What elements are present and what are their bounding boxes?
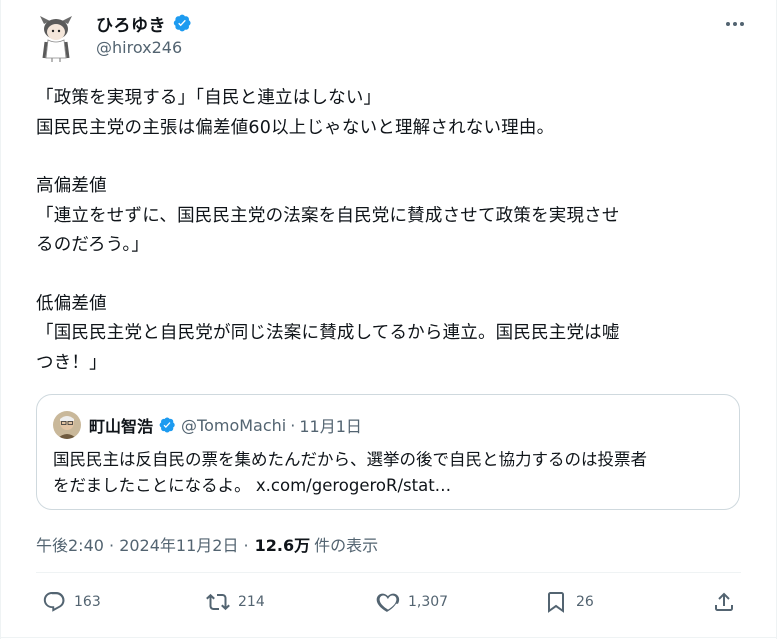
repost-count: 214	[238, 594, 265, 610]
author-handle[interactable]: @hirox246	[96, 38, 182, 57]
reply-icon	[43, 592, 65, 612]
bookmark-count: 26	[576, 594, 594, 610]
author-display-name[interactable]: ひろゆき	[96, 11, 166, 36]
body-line: 低偏差値	[36, 293, 107, 314]
reply-count: 163	[74, 594, 101, 610]
bottom-border	[0, 637, 777, 638]
share-icon	[715, 592, 733, 611]
reply-button[interactable]: 163	[42, 590, 101, 614]
quoted-avatar[interactable]	[53, 411, 81, 439]
body-line: 高偏差値	[36, 176, 107, 196]
quoted-handle[interactable]: @TomoMachi	[181, 416, 286, 435]
repost-button[interactable]: 214	[206, 590, 265, 614]
view-count: 12.6万	[254, 536, 311, 555]
action-bar: 163 214 1,307 26	[36, 590, 741, 624]
tweet-meta: 午後2:40 · 2024年11月2日 · 12.6万 件の表示	[36, 532, 378, 556]
body-line: るのだろう。」	[36, 235, 150, 255]
body-line: 「連立をせずに、国民民主党の法案を自民党に賛成させて政策を実現させ	[36, 205, 620, 226]
body-line: つき！」	[36, 352, 107, 373]
verified-badge-icon[interactable]	[172, 13, 192, 33]
avatar-illustration-icon	[40, 16, 72, 62]
avatar[interactable]	[36, 12, 76, 62]
quoted-header: 町山智浩 @TomoMachi · 11月1日	[89, 413, 362, 437]
heart-icon	[376, 593, 400, 612]
like-button[interactable]: 1,307	[376, 590, 448, 614]
quoted-display-name[interactable]: 町山智浩	[89, 413, 153, 437]
quoted-separator: ·	[290, 415, 296, 435]
like-count: 1,307	[408, 594, 449, 610]
left-border	[0, 0, 1, 639]
share-button[interactable]	[712, 590, 736, 614]
author-name-row[interactable]: ひろゆき	[96, 10, 192, 36]
timestamp[interactable]: 午後2:40 · 2024年11月2日 ·	[36, 532, 249, 556]
quoted-text: 国民民主は反自民の票を集めたんだから、選挙の後で自民と協力するのは投票者 をだま…	[53, 447, 733, 499]
body-line: 「政策を実現する」「自民と連立はしない」	[36, 88, 382, 108]
quoted-tweet-card[interactable]: 町山智浩 @TomoMachi · 11月1日 国民民主は反自民の票を集めたんだ…	[36, 394, 740, 510]
body-blank-line	[36, 261, 748, 290]
divider	[36, 572, 741, 573]
quoted-text-line-2: をだましたことになるよ。 x.com/gerogeroR/stat…	[53, 473, 733, 499]
body-line: 「国民民主党と自民党が同じ法案に賛成してるから連立。国民民主党は嘘	[36, 323, 620, 343]
quoted-text-line: 国民民主は反自民の票を集めたんだから、選挙の後で自民と協力するのは投票者	[53, 450, 647, 469]
body-blank-line	[36, 143, 748, 172]
bookmark-button[interactable]: 26	[544, 590, 594, 614]
quoted-link[interactable]: x.com/gerogeroR/stat…	[256, 476, 451, 495]
bookmark-icon	[548, 592, 564, 613]
view-count-label: 件の表示	[314, 536, 379, 555]
tweet-body: 「政策を実現する」「自民と連立はしない」 国民民主党の主張は偏差値60以上じゃな…	[36, 84, 748, 378]
more-options-icon[interactable]	[720, 14, 750, 34]
verified-badge-icon	[158, 416, 176, 434]
quoted-date[interactable]: 11月1日	[299, 413, 362, 437]
repost-icon	[206, 593, 230, 611]
quoted-text-line: をだましたことになるよ。	[53, 476, 251, 495]
body-line: 国民民主党の主張は偏差値60以上じゃないと理解されない理由。	[36, 117, 555, 138]
